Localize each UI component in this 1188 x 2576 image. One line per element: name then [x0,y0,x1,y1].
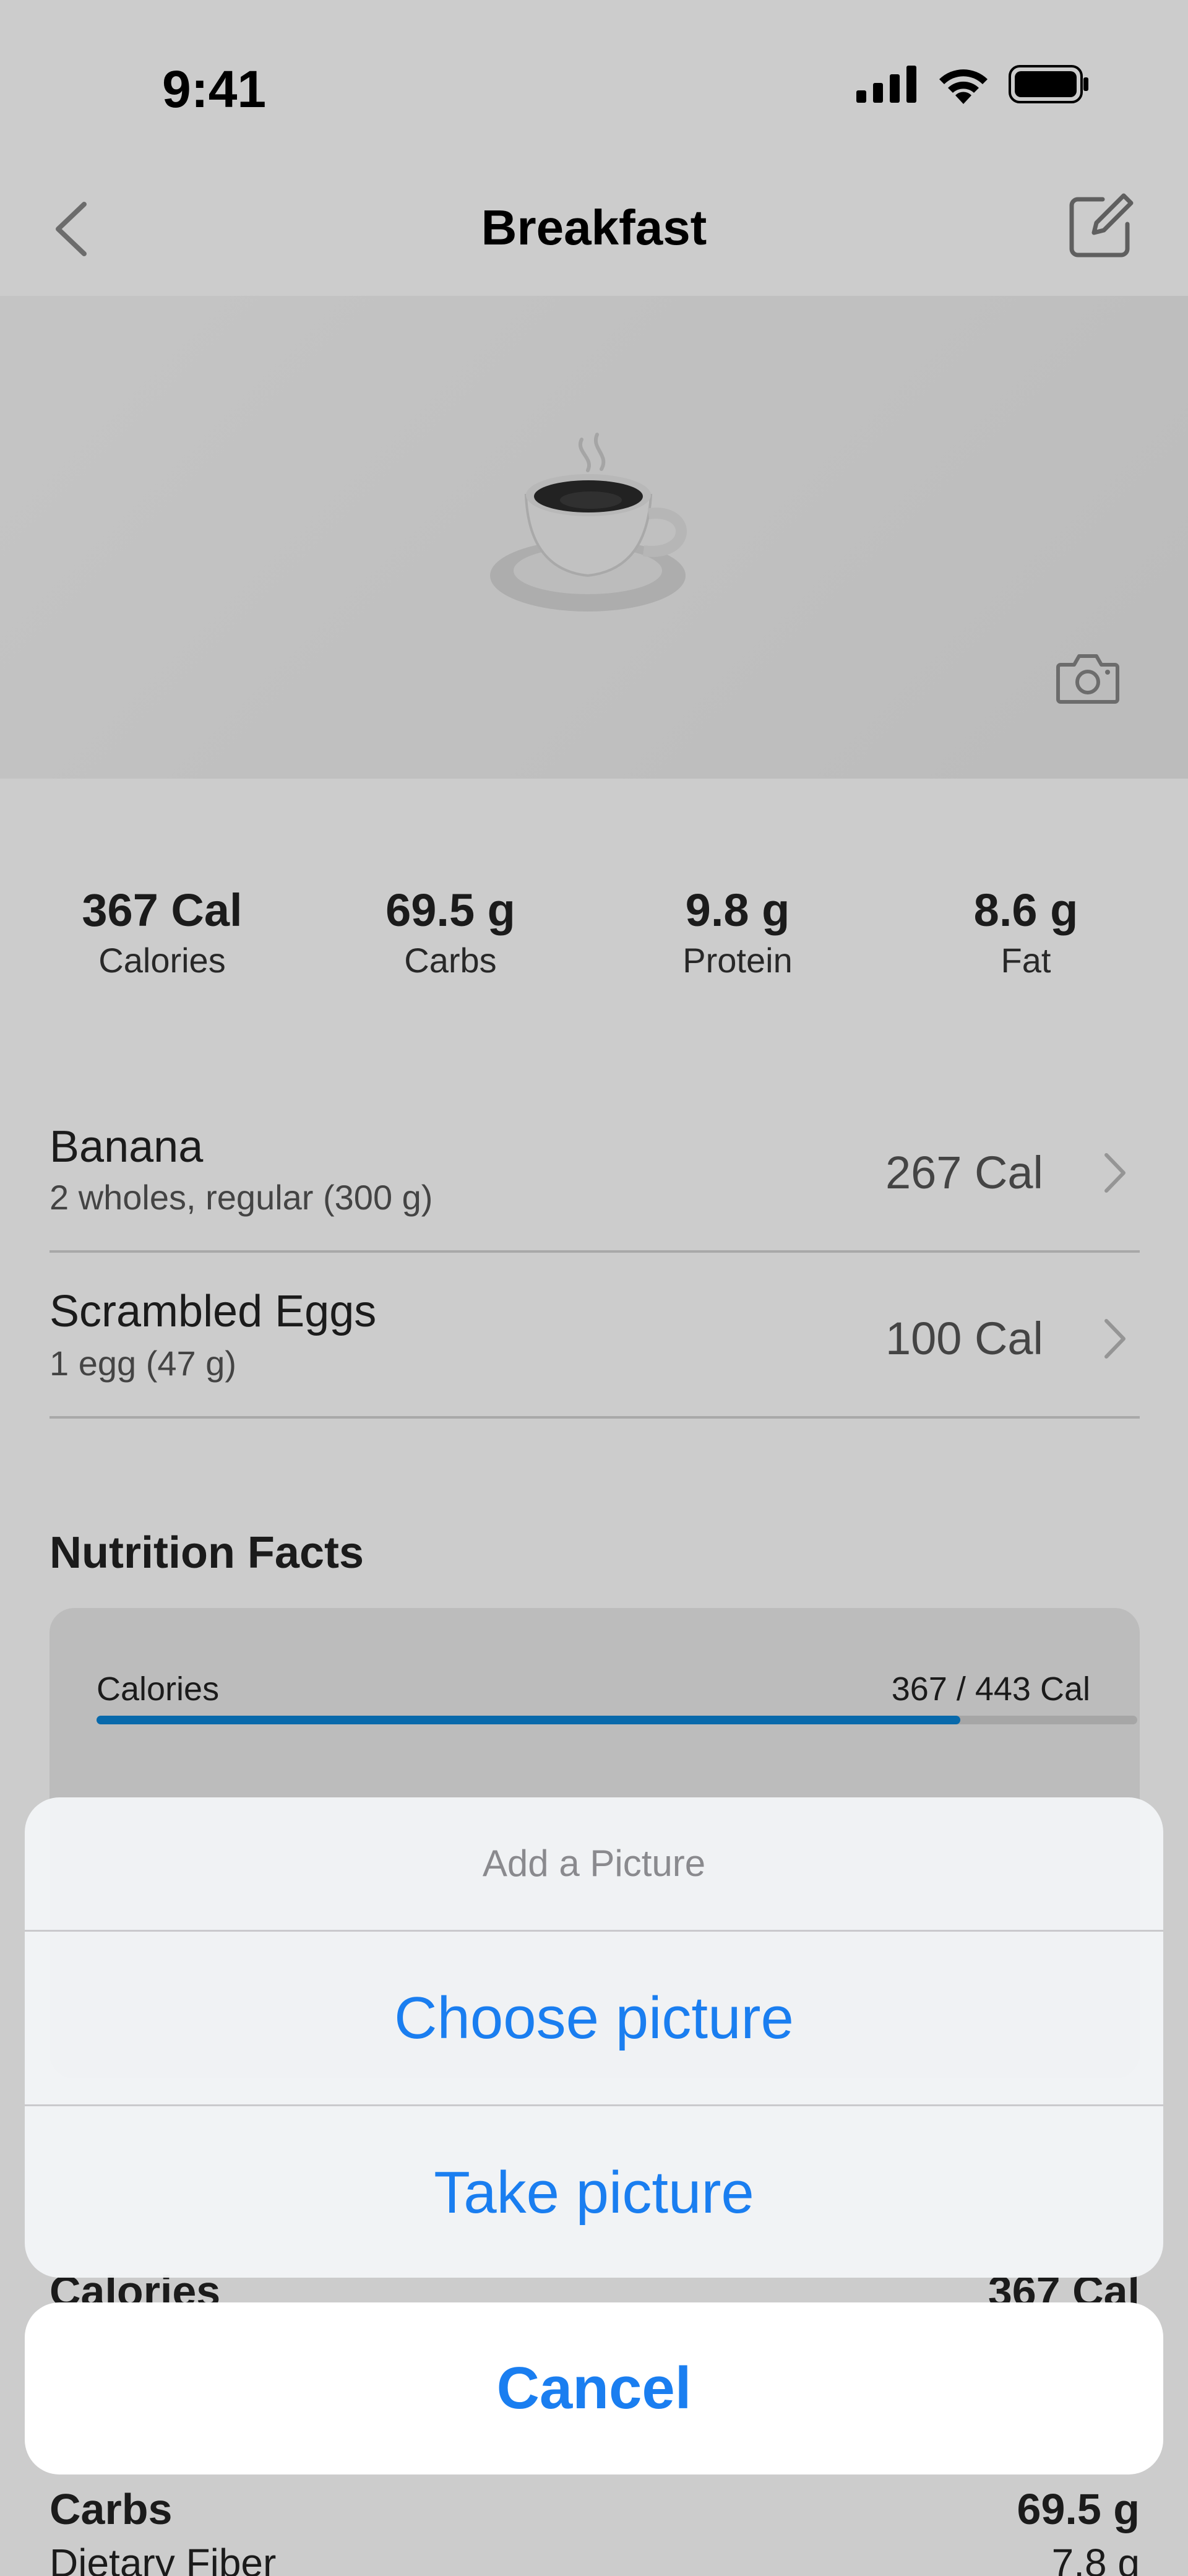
take-picture-button[interactable]: Take picture [25,2104,1163,2278]
meal-detail-screen: 9:41 Breakfast 367 Cal Calories 69.5 g C… [0,0,1188,2576]
action-sheet-title: Add a Picture [482,1843,706,1884]
action-sheet: Add a Picture Choose picture Take pictur… [25,1797,1163,2278]
cancel-button[interactable]: Cancel [25,2302,1163,2474]
choose-picture-button[interactable]: Choose picture [25,1930,1163,2103]
